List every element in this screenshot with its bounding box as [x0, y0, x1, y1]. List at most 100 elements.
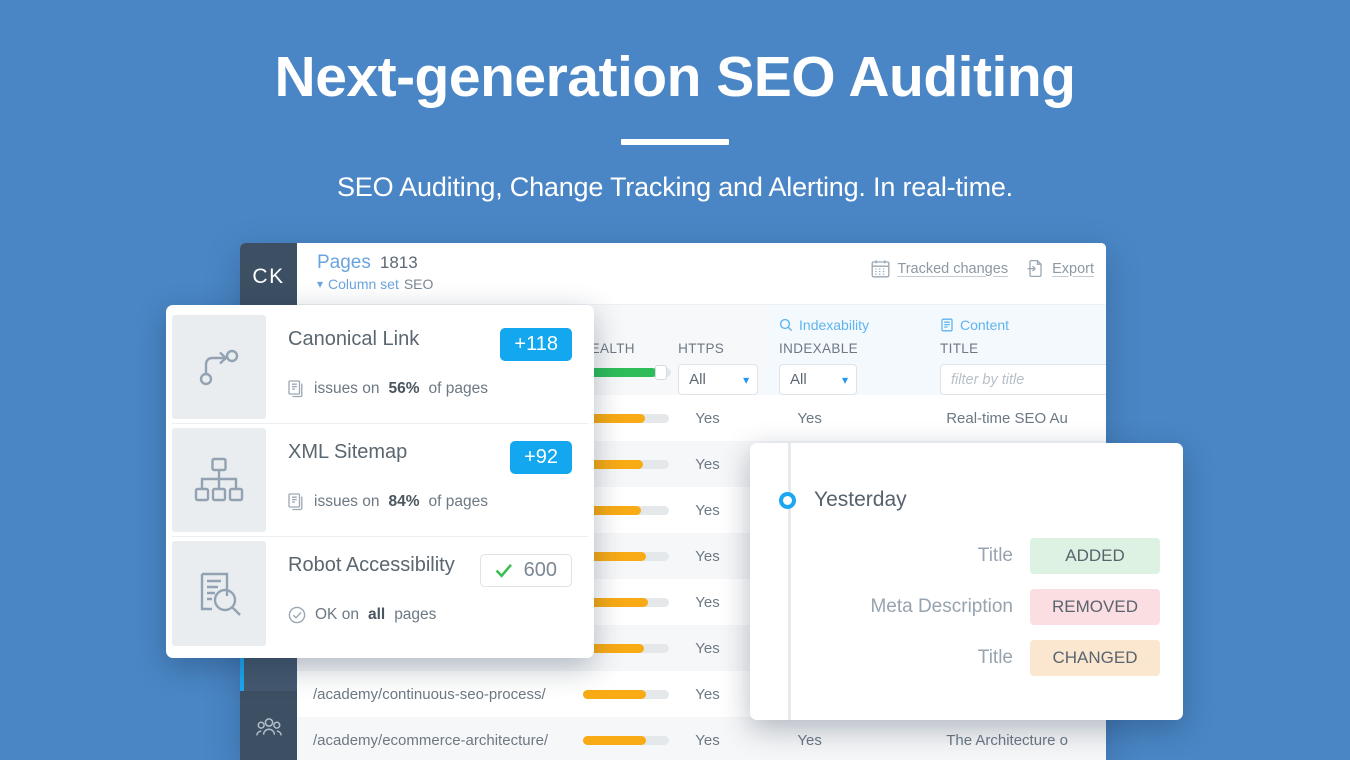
column-header-indexable: Indexability INDEXABLE All ▾ [765, 305, 926, 395]
app-topbar: Pages 1813 ▾ Column set SEO Tracked chan… [297, 243, 1106, 305]
card-sub-prefix: issues on [314, 380, 380, 397]
column-set-selector[interactable]: ▾ Column set SEO [317, 276, 1106, 292]
health-bar [582, 735, 669, 745]
card-sub-value: 84% [388, 493, 420, 510]
https-filter-select[interactable]: All ▾ [678, 364, 759, 395]
tracked-changes-label: Tracked changes [897, 260, 1009, 277]
people-icon [255, 718, 282, 736]
card-sub-prefix: OK on [315, 606, 359, 623]
column-header-title: Content TITLE filter by title [926, 305, 1106, 395]
sidebar-item-people[interactable] [240, 691, 297, 760]
health-filter-slider[interactable] [580, 365, 671, 380]
cell-health [577, 717, 675, 760]
card-subtitle: OK on all pages [288, 606, 572, 624]
timeline-dot-icon [779, 492, 796, 509]
health-bar [582, 459, 669, 469]
card-badge[interactable]: 600 [479, 554, 572, 587]
column-set-value: SEO [403, 276, 434, 292]
health-slider-knob[interactable] [654, 365, 667, 380]
tracked-changes-button[interactable]: Tracked changes [871, 259, 1008, 278]
card-icon-wrap [172, 315, 266, 419]
card-subtitle: issues on 56% of pages [288, 380, 572, 398]
cell-url[interactable]: /academy/ecommerce-architecture/ [297, 717, 577, 760]
health-bar [582, 597, 669, 607]
cell-https: Yes [695, 731, 720, 749]
card-badge-value: 600 [523, 559, 557, 581]
chevron-down-icon: ▾ [841, 372, 849, 387]
health-bar [582, 689, 669, 699]
page-subtitle: SEO Auditing, Change Tracking and Alerti… [337, 171, 1013, 202]
cell-title: The Architecture o [946, 731, 1068, 749]
seo-check-card[interactable]: Canonical Link +118 issues on 56% of pag… [172, 311, 588, 424]
check-icon [495, 563, 512, 578]
change-list: Title ADDED Meta Description REMOVED Title CH… [808, 538, 1160, 691]
chevron-down-icon: ▾ [317, 277, 324, 291]
pages-title[interactable]: Pages [317, 252, 371, 274]
card-icon-wrap [172, 428, 266, 532]
title-divider [621, 138, 729, 145]
card-icon-wrap [172, 541, 266, 646]
health-bar [582, 505, 669, 515]
change-field-label: Title [977, 647, 1013, 668]
topbar-actions: Tracked changes Export [871, 259, 1094, 278]
cell-health [577, 671, 675, 717]
chevron-down-icon: ▾ [743, 372, 750, 387]
card-sub-value: all [367, 606, 386, 623]
card-badge[interactable]: +92 [510, 441, 572, 474]
column-group-content: Content [940, 315, 1106, 334]
indexable-filter-value: All [790, 371, 807, 388]
documents-icon [288, 380, 303, 398]
https-filter-value: All [689, 371, 706, 388]
export-icon [1027, 259, 1042, 278]
robot-accessibility-icon [200, 572, 241, 616]
column-label-health: HEALTH [580, 341, 635, 356]
change-field-label: Title [977, 545, 1013, 566]
change-row: Title ADDED [808, 538, 1160, 574]
health-bar-fill [582, 689, 646, 699]
card-badge[interactable]: +118 [500, 328, 572, 361]
column-group-label-indexability: Indexability [799, 316, 870, 333]
timeline-date-label: Yesterday [814, 488, 907, 511]
title-filter-input[interactable]: filter by title [940, 364, 1106, 395]
seo-check-card[interactable]: XML Sitemap +92 issues on 84% of pages [172, 424, 588, 537]
timeline-rail [788, 443, 791, 720]
sidebar-logo[interactable]: CK [240, 243, 297, 311]
card-sub-suffix: pages [394, 606, 437, 623]
hero-section: Next-generation SEO Auditing SEO Auditin… [0, 0, 1350, 203]
column-group-label-content: Content [960, 316, 1010, 333]
table-row[interactable]: /academy/ecommerce-architecture/Yes Yes Th… [297, 717, 1106, 760]
column-set-label: Column set [328, 276, 399, 292]
column-label-https: HTTPS [678, 341, 725, 356]
calendar-icon [871, 260, 890, 278]
card-subtitle: issues on 84% of pages [288, 493, 572, 511]
cell-indexable: Yes [797, 731, 822, 749]
indexable-filter-select[interactable]: All ▾ [779, 364, 858, 395]
card-body: Robot Accessibility 600 OK on all pages [266, 537, 588, 650]
document-icon [941, 318, 953, 331]
documents-icon [288, 493, 303, 511]
search-icon [779, 318, 793, 331]
pages-count: 1813 [379, 253, 418, 272]
change-row: Meta Description REMOVED [808, 589, 1160, 625]
export-label: Export [1052, 260, 1094, 277]
cell-title: Real-time SEO Au [946, 409, 1068, 427]
export-button[interactable]: Export [1026, 259, 1094, 278]
title-filter-placeholder: filter by title [951, 371, 1025, 388]
sitemap-icon [194, 457, 244, 502]
card-sub-prefix: issues on [314, 493, 380, 510]
health-bar [582, 413, 669, 423]
status-badge: ADDED [1030, 538, 1160, 574]
check-circle-icon [288, 606, 306, 624]
cell-url[interactable]: /academy/continuous-seo-process/ [297, 671, 577, 717]
seo-checks-panel: Canonical Link +118 issues on 56% of pag… [166, 305, 594, 658]
card-title: Canonical Link [288, 328, 420, 350]
cell-indexable: Yes [797, 409, 822, 427]
column-label-indexable: INDEXABLE [779, 341, 858, 356]
page-title: Next-generation SEO Auditing [274, 45, 1076, 109]
card-sub-suffix: of pages [428, 380, 488, 397]
seo-check-card[interactable]: Robot Accessibility 600 OK on all pages [172, 537, 588, 650]
canonical-link-icon [199, 349, 239, 386]
change-field-label: Meta Description [870, 596, 1013, 617]
card-sub-suffix: of pages [428, 493, 488, 510]
page-root: Next-generation SEO Auditing SEO Auditin… [0, 0, 1350, 760]
